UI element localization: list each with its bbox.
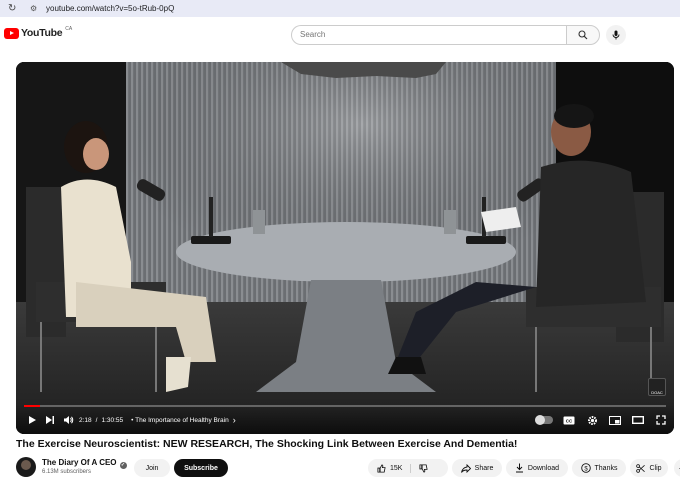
like-button[interactable]: 15K <box>377 463 412 473</box>
download-button[interactable]: Download <box>506 459 568 477</box>
youtube-logo[interactable]: YouTube CA <box>4 26 73 39</box>
search-input[interactable]: Search <box>291 25 567 45</box>
logo-text: YouTube <box>21 27 63 39</box>
like-count: 15K <box>390 464 403 472</box>
left-controls: 2:18 / 1:30:55 • The Importance of Healt… <box>25 413 236 427</box>
gear-icon <box>587 415 597 425</box>
clip-label: Clip <box>649 464 662 472</box>
chapter-title[interactable]: • The Importance of Healthy Brain <box>131 417 229 424</box>
fullscreen-button[interactable] <box>654 413 668 427</box>
theater-mode-button[interactable] <box>631 413 645 427</box>
player-controls: 2:18 / 1:30:55 • The Importance of Healt… <box>16 404 674 434</box>
channel-name-row[interactable]: The Diary Of A CEO ✓ <box>42 458 127 469</box>
browser-address-bar[interactable]: ↻ ⚙ youtube.com/watch?v=5o-tRub-0pQ <box>0 0 680 17</box>
video-frame <box>16 62 674 434</box>
subtitles-button[interactable]: CC <box>562 413 576 427</box>
subscriber-count: 6.13M subscribers <box>42 469 92 475</box>
download-icon <box>515 463 523 473</box>
join-button[interactable]: Join <box>134 459 170 477</box>
reload-icon[interactable]: ↻ <box>8 4 17 14</box>
subscribe-label: Subscribe <box>184 464 218 472</box>
site-info-icon[interactable]: ⚙ <box>30 4 39 13</box>
country-code: CA <box>65 26 73 32</box>
dislike-button[interactable] <box>411 463 429 473</box>
settings-button[interactable] <box>585 413 599 427</box>
more-actions-button[interactable]: ⋯ <box>674 459 680 477</box>
thanks-button[interactable]: $ Thanks <box>572 459 626 477</box>
thumbs-up-icon <box>377 463 386 473</box>
video-title: The Exercise Neuroscientist: NEW RESEARC… <box>16 438 518 450</box>
share-button[interactable]: Share <box>452 459 502 477</box>
channel-name[interactable]: The Diary Of A CEO <box>42 458 117 467</box>
fullscreen-icon <box>656 415 666 425</box>
search-icon <box>578 30 588 40</box>
autoplay-toggle[interactable] <box>535 415 553 425</box>
video-player[interactable]: DOAC 2:18 / 1:30:55 • The Importance of … <box>16 62 674 434</box>
scissors-icon <box>636 463 646 473</box>
skip-next-icon <box>46 416 54 424</box>
svg-text:CC: CC <box>566 418 573 423</box>
join-label: Join <box>145 464 159 472</box>
youtube-play-icon <box>4 27 19 39</box>
like-dislike-group: 15K <box>368 459 448 477</box>
right-controls: CC <box>535 413 668 427</box>
channel-avatar[interactable] <box>16 457 36 477</box>
volume-button[interactable] <box>61 413 75 427</box>
current-time: 2:18 <box>79 416 92 424</box>
download-label: Download <box>527 464 560 472</box>
closed-captions-icon: CC <box>563 416 575 424</box>
masthead: YouTube CA Search <box>0 17 680 55</box>
microphone-icon <box>612 30 620 40</box>
super-thanks-icon: $ <box>580 463 591 473</box>
duration: 1:30:55 <box>101 416 124 424</box>
share-icon <box>460 463 471 473</box>
progress-bar[interactable] <box>24 405 666 407</box>
share-label: Share <box>474 464 494 472</box>
play-icon <box>29 416 36 424</box>
progress-fill <box>24 405 41 407</box>
clip-button[interactable]: Clip <box>630 459 668 477</box>
play-button[interactable] <box>25 413 39 427</box>
svg-text:$: $ <box>584 466 588 472</box>
autoplay-knob <box>535 415 545 425</box>
thanks-label: Thanks <box>594 464 618 472</box>
channel-row: The Diary Of A CEO ✓ 6.13M subscribers Jo… <box>16 457 680 479</box>
watermark-text: DOAC <box>651 390 663 395</box>
chapter-chevron-icon[interactable]: › <box>233 415 236 425</box>
search-button[interactable] <box>566 25 600 45</box>
subscribe-button[interactable]: Subscribe <box>174 459 228 477</box>
theater-mode-icon <box>632 416 644 424</box>
verified-icon: ✓ <box>119 462 127 469</box>
time-separator: / <box>95 416 98 424</box>
next-button[interactable] <box>43 413 57 427</box>
volume-icon <box>63 416 73 424</box>
thumbs-down-icon <box>419 463 429 473</box>
miniplayer-icon <box>609 415 621 425</box>
voice-search-button[interactable] <box>606 25 626 45</box>
url-text[interactable]: youtube.com/watch?v=5o-tRub-0pQ <box>46 4 174 13</box>
miniplayer-button[interactable] <box>608 413 622 427</box>
channel-watermark[interactable]: DOAC <box>648 378 666 396</box>
